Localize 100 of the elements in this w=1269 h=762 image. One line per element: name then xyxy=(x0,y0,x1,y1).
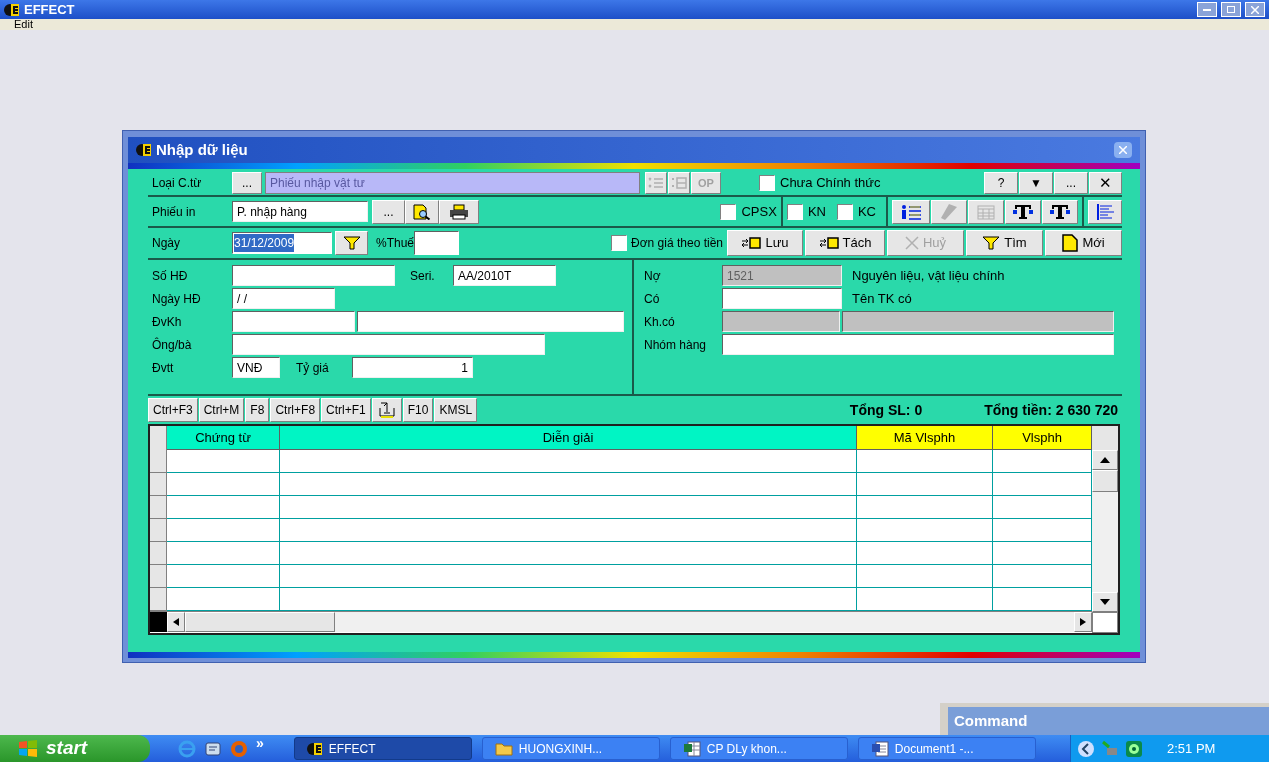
print-button[interactable] xyxy=(439,199,479,224)
shortcut-button[interactable]: Ctrl+F1 xyxy=(321,398,371,422)
table-cell[interactable] xyxy=(857,542,993,565)
field-label: Có xyxy=(643,290,661,308)
table-cell[interactable] xyxy=(167,519,280,542)
vertical-scrollbar[interactable] xyxy=(1092,450,1118,633)
table-cell[interactable] xyxy=(857,565,993,588)
left-arrow-icon xyxy=(173,618,179,626)
input-field[interactable]: VNĐ xyxy=(232,357,280,378)
table-cell[interactable] xyxy=(167,450,280,473)
toolbar-button[interactable]: ? xyxy=(984,172,1018,194)
field-label: Kh.có xyxy=(643,313,676,331)
menu-item[interactable]: Edit xyxy=(14,19,33,30)
minimize-icon xyxy=(1203,8,1211,11)
toolbar-button[interactable]: ... xyxy=(1054,172,1088,194)
column-header[interactable]: Vlsphh xyxy=(993,426,1092,450)
column-header[interactable]: Mã Vlsphh xyxy=(857,426,993,450)
row-selector[interactable] xyxy=(150,450,167,473)
table-cell[interactable] xyxy=(857,473,993,496)
column-header[interactable]: Diễn giải xyxy=(280,426,857,450)
row-selector[interactable] xyxy=(150,565,167,588)
taskbar-button[interactable]: CP DLy khon... xyxy=(669,737,848,760)
shortcut-button[interactable]: KMSL xyxy=(434,398,478,422)
row-selector[interactable] xyxy=(150,473,167,496)
table-cell[interactable] xyxy=(280,450,857,473)
input-field[interactable] xyxy=(357,311,624,332)
input-field[interactable] xyxy=(722,334,1114,355)
horizontal-scrollbar[interactable] xyxy=(150,611,1092,632)
field-label: Nợ xyxy=(643,267,662,285)
toolbar-button[interactable]: ▼ xyxy=(1019,172,1053,194)
table-cell[interactable] xyxy=(857,496,993,519)
checkbox[interactable] xyxy=(836,203,853,220)
table-cell[interactable] xyxy=(280,519,857,542)
field-label: %Thuế xyxy=(376,235,415,252)
action-button[interactable]: Tìm xyxy=(966,230,1043,256)
table-cell[interactable] xyxy=(280,473,857,496)
close-button[interactable] xyxy=(1245,2,1265,17)
input-field[interactable]: AA/2010T xyxy=(453,265,556,286)
scroll-left-button[interactable] xyxy=(167,612,185,632)
input-field[interactable] xyxy=(414,231,460,255)
filter-button[interactable] xyxy=(335,231,368,255)
checkbox[interactable] xyxy=(720,203,737,220)
table-cell[interactable] xyxy=(167,473,280,496)
row-selector[interactable] xyxy=(150,542,167,565)
field-label: Seri. xyxy=(410,267,436,285)
field-label: Đvtt xyxy=(151,359,175,377)
row-selector[interactable] xyxy=(150,519,167,542)
table-cell[interactable] xyxy=(857,519,993,542)
shortcut-button[interactable]: F8 xyxy=(245,398,270,422)
date-field[interactable]: 31/12/2009 xyxy=(232,232,332,254)
column-header[interactable]: Chứng từ xyxy=(167,426,280,450)
scrollbar-thumb[interactable] xyxy=(1092,470,1118,492)
scroll-right-button[interactable] xyxy=(1074,612,1092,632)
input-field[interactable]: / / xyxy=(232,288,335,309)
shortcut-button[interactable]: Ctrl+M xyxy=(198,398,245,422)
row-selector[interactable] xyxy=(150,496,167,519)
spreadsheet-icon xyxy=(682,740,701,757)
scrollbar-thumb[interactable] xyxy=(185,612,335,632)
taskbar-button[interactable]: EFFECT xyxy=(293,737,472,760)
input-field[interactable]: 1 xyxy=(352,357,473,378)
overflow-chevron[interactable]: » xyxy=(256,733,264,754)
taskbar-button[interactable]: Document1 -... xyxy=(857,737,1036,760)
align-button[interactable] xyxy=(1088,199,1122,224)
tool-button[interactable] xyxy=(892,199,930,224)
input-field[interactable]: P. nhập hàng xyxy=(232,201,368,222)
close-button[interactable] xyxy=(1114,142,1132,158)
restore-icon xyxy=(1227,6,1235,13)
checkbox[interactable] xyxy=(786,203,803,220)
field-label: Ngày HĐ xyxy=(151,290,202,308)
browse-button[interactable]: ... xyxy=(372,199,405,224)
scroll-down-button[interactable] xyxy=(1092,592,1118,612)
restore-button[interactable] xyxy=(1221,2,1241,17)
taskbar-button[interactable]: HUONGXINH... xyxy=(481,737,660,760)
table-cell[interactable] xyxy=(280,565,857,588)
action-button[interactable]: Lưu xyxy=(727,230,803,256)
action-button[interactable]: Mới xyxy=(1045,230,1122,256)
checkbox[interactable] xyxy=(759,175,775,191)
input-field[interactable] xyxy=(232,311,355,332)
input-field[interactable] xyxy=(722,288,842,309)
input-field[interactable] xyxy=(232,334,545,355)
tool-button[interactable] xyxy=(1042,199,1078,224)
table-cell[interactable] xyxy=(280,542,857,565)
input-field[interactable] xyxy=(232,265,395,286)
scroll-up-button[interactable] xyxy=(1092,450,1118,470)
table-cell[interactable] xyxy=(280,496,857,519)
shortcut-button[interactable]: Ctrl+F3 xyxy=(148,398,198,422)
shortcut-button[interactable]: F10 xyxy=(402,398,434,422)
toolbar-button[interactable]: ✕ xyxy=(1089,172,1122,194)
field-label: Tỷ giá xyxy=(296,359,330,377)
shortcut-button[interactable] xyxy=(371,398,402,422)
table-cell[interactable] xyxy=(167,542,280,565)
preview-button[interactable] xyxy=(405,199,439,224)
tool-button[interactable] xyxy=(1005,199,1041,224)
table-cell[interactable] xyxy=(167,565,280,588)
action-button[interactable]: Tách xyxy=(805,230,885,256)
checkbox[interactable] xyxy=(611,235,628,251)
shortcut-button[interactable]: Ctrl+F8 xyxy=(270,398,321,422)
table-cell[interactable] xyxy=(857,450,993,473)
table-cell[interactable] xyxy=(167,496,280,519)
minimize-button[interactable] xyxy=(1197,2,1217,17)
